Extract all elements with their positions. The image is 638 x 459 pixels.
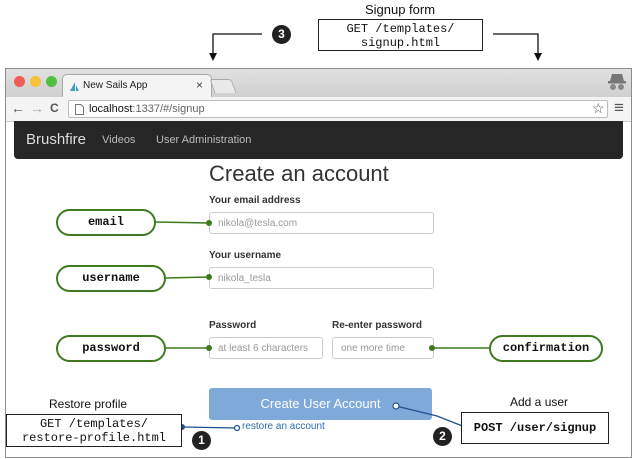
- username-pill: username: [56, 265, 166, 292]
- email-pill: email: [56, 209, 156, 236]
- add-user-label: Add a user: [510, 395, 569, 409]
- password-pill: password: [56, 335, 166, 362]
- restore-template-line2: restore-profile.html: [21, 431, 167, 445]
- restore-template-box: GET /templates/ restore-profile.html: [6, 414, 182, 447]
- confirmation-pill: confirmation: [489, 335, 603, 362]
- restore-template-line1: GET /templates/: [39, 417, 149, 431]
- step-2-badge: 2: [433, 427, 452, 446]
- step-1-badge: 1: [192, 431, 211, 450]
- restore-profile-label: Restore profile: [49, 397, 128, 411]
- add-user-endpoint-box: POST /user/signup: [461, 412, 609, 444]
